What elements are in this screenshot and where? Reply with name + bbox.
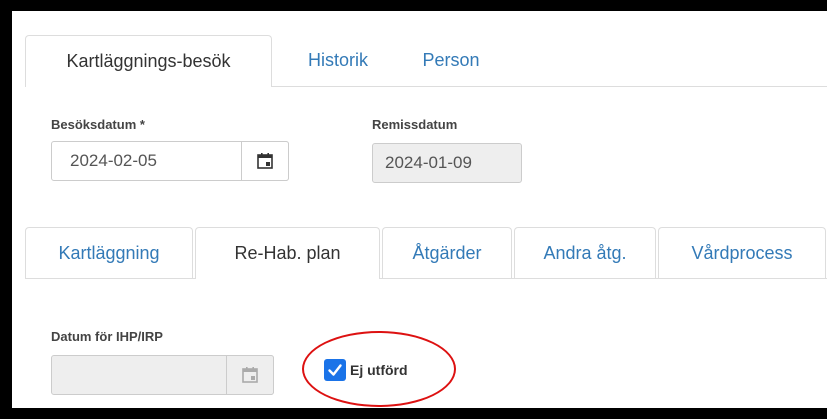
tab-person[interactable]: Person bbox=[410, 35, 492, 86]
referral-date-label: Remissdatum bbox=[372, 117, 458, 132]
top-tab-bar: Kartläggnings-besök Historik Person bbox=[25, 35, 827, 87]
visit-date-label: Besöksdatum * bbox=[51, 117, 145, 132]
sub-tab-bar: Kartläggning Re-Hab. plan Åtgärder Andra… bbox=[25, 227, 827, 279]
calendar-icon bbox=[257, 153, 273, 169]
app-frame: Kartläggnings-besök Historik Person Besö… bbox=[12, 11, 827, 408]
referral-date-value: 2024-01-09 bbox=[385, 153, 472, 172]
visit-date-field[interactable]: 2024-02-05 bbox=[51, 141, 289, 181]
tab-kartlaggning[interactable]: Kartläggning bbox=[25, 227, 193, 278]
tab-historik[interactable]: Historik bbox=[291, 35, 385, 86]
visit-date-value: 2024-02-05 bbox=[70, 151, 157, 170]
referral-date-field: 2024-01-09 bbox=[372, 143, 522, 183]
ihp-date-field bbox=[51, 355, 274, 395]
tab-kartlaggnings-besok[interactable]: Kartläggnings-besök bbox=[25, 35, 272, 87]
not-done-checkbox[interactable] bbox=[324, 359, 346, 381]
calendar-icon bbox=[242, 367, 258, 383]
tab-vardprocess[interactable]: Vårdprocess bbox=[658, 227, 826, 278]
tab-andra-atg[interactable]: Andra åtg. bbox=[514, 227, 656, 278]
ihp-date-label: Datum för IHP/IRP bbox=[51, 329, 163, 344]
checkmark-icon bbox=[328, 364, 342, 376]
tab-atgarder[interactable]: Åtgärder bbox=[382, 227, 512, 278]
tab-re-hab-plan[interactable]: Re-Hab. plan bbox=[195, 227, 380, 279]
visit-date-calendar-button[interactable] bbox=[241, 141, 289, 181]
not-done-label[interactable]: Ej utförd bbox=[350, 362, 408, 378]
ihp-date-calendar-button bbox=[226, 355, 274, 395]
